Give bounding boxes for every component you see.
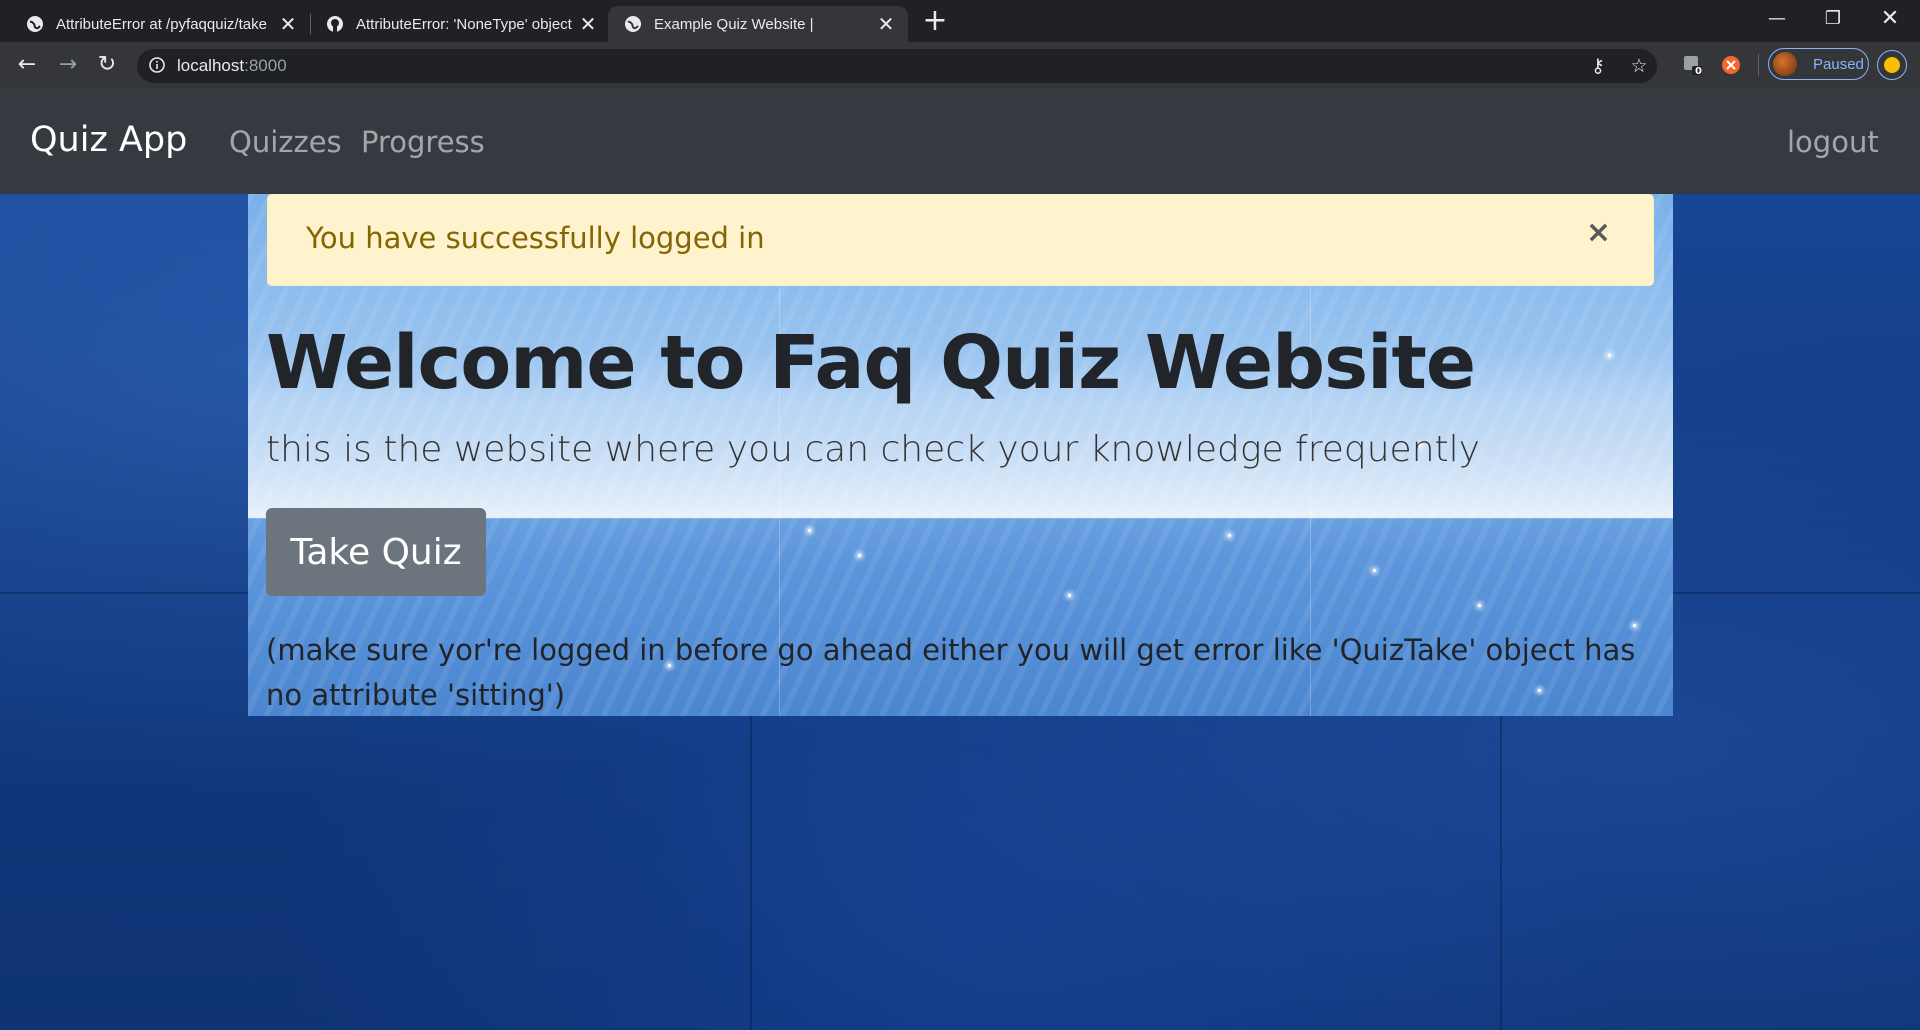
close-icon[interactable]: ✕	[874, 12, 898, 37]
site-navbar: Quiz App Quizzes Progress logout	[0, 88, 1920, 194]
update-icon[interactable]	[1877, 50, 1907, 80]
profile-label: Paused	[1813, 55, 1864, 73]
sparkle	[1633, 624, 1636, 627]
url-port: :8000	[244, 56, 287, 75]
sparkle	[858, 554, 861, 557]
globe-icon	[625, 16, 641, 32]
sparkle	[1373, 569, 1376, 572]
tab-title: Example Quiz Website |	[654, 15, 814, 33]
close-icon[interactable]: ✕	[276, 12, 300, 37]
reload-icon[interactable]: ↻	[92, 50, 122, 80]
extension-badge: 0	[1695, 66, 1702, 77]
success-alert: You have successfully logged in ×	[267, 194, 1654, 286]
alert-message: You have successfully logged in	[306, 221, 765, 255]
tab-title: AttributeError: 'NoneType' object	[356, 15, 572, 33]
url-host: localhost	[177, 56, 245, 75]
github-icon	[327, 16, 343, 32]
minimize-icon[interactable]: —	[1749, 0, 1805, 40]
logout-link[interactable]: logout	[1787, 125, 1879, 159]
brand-link[interactable]: Quiz App	[30, 120, 187, 160]
sparkle	[1068, 594, 1071, 597]
avatar	[1773, 52, 1797, 76]
sparkle	[1228, 534, 1231, 537]
nav-link-quizzes[interactable]: Quizzes	[229, 125, 342, 159]
tab-strip: AttributeError at /pyfaqquiz/take ✕ Attr…	[0, 0, 1920, 42]
extension-orange-icon[interactable]	[1720, 54, 1742, 76]
extension-icon[interactable]: 0	[1682, 54, 1704, 77]
toolbar-divider	[1758, 54, 1759, 76]
sparkle	[1478, 604, 1481, 607]
key-icon[interactable]: ⚷	[1587, 55, 1609, 77]
page-title: Welcome to Faq Quiz Website	[266, 320, 1476, 406]
restore-icon[interactable]: ❐	[1805, 0, 1861, 40]
url-text: localhost:8000	[177, 56, 287, 76]
profile-button[interactable]: Paused	[1768, 48, 1869, 80]
plus-icon[interactable]: +	[920, 6, 950, 36]
browser-tab-active[interactable]: Example Quiz Website | ✕	[608, 6, 908, 42]
browser-tab[interactable]: AttributeError: 'NoneType' object ✕	[300, 6, 610, 42]
nav-link-progress[interactable]: Progress	[361, 125, 485, 159]
star-icon[interactable]: ☆	[1628, 55, 1650, 77]
sparkle	[1608, 354, 1611, 357]
page-viewport: Quiz App Quizzes Progress logout You hav…	[0, 88, 1920, 1030]
close-icon[interactable]: ✕	[576, 12, 600, 37]
browser-tab[interactable]: AttributeError at /pyfaqquiz/take ✕	[0, 6, 311, 42]
back-icon[interactable]: ←	[12, 50, 42, 80]
address-bar[interactable]: localhost:8000	[137, 49, 1657, 83]
browser-toolbar: ← → ↻ localhost:8000 ⚷ ☆ 0 Paused	[0, 42, 1920, 89]
globe-icon	[27, 16, 43, 32]
sparkle	[808, 529, 811, 532]
take-quiz-button[interactable]: Take Quiz	[266, 508, 486, 596]
close-icon[interactable]: ×	[1586, 215, 1611, 250]
info-icon[interactable]	[149, 57, 165, 73]
login-note: (make sure yor're logged in before go ah…	[266, 633, 1636, 712]
tab-title: AttributeError at /pyfaqquiz/take	[56, 15, 267, 33]
forward-icon[interactable]: →	[53, 50, 83, 80]
page-subtitle: this is the website where you can check …	[266, 429, 1480, 470]
close-window-icon[interactable]: ✕	[1862, 0, 1918, 40]
